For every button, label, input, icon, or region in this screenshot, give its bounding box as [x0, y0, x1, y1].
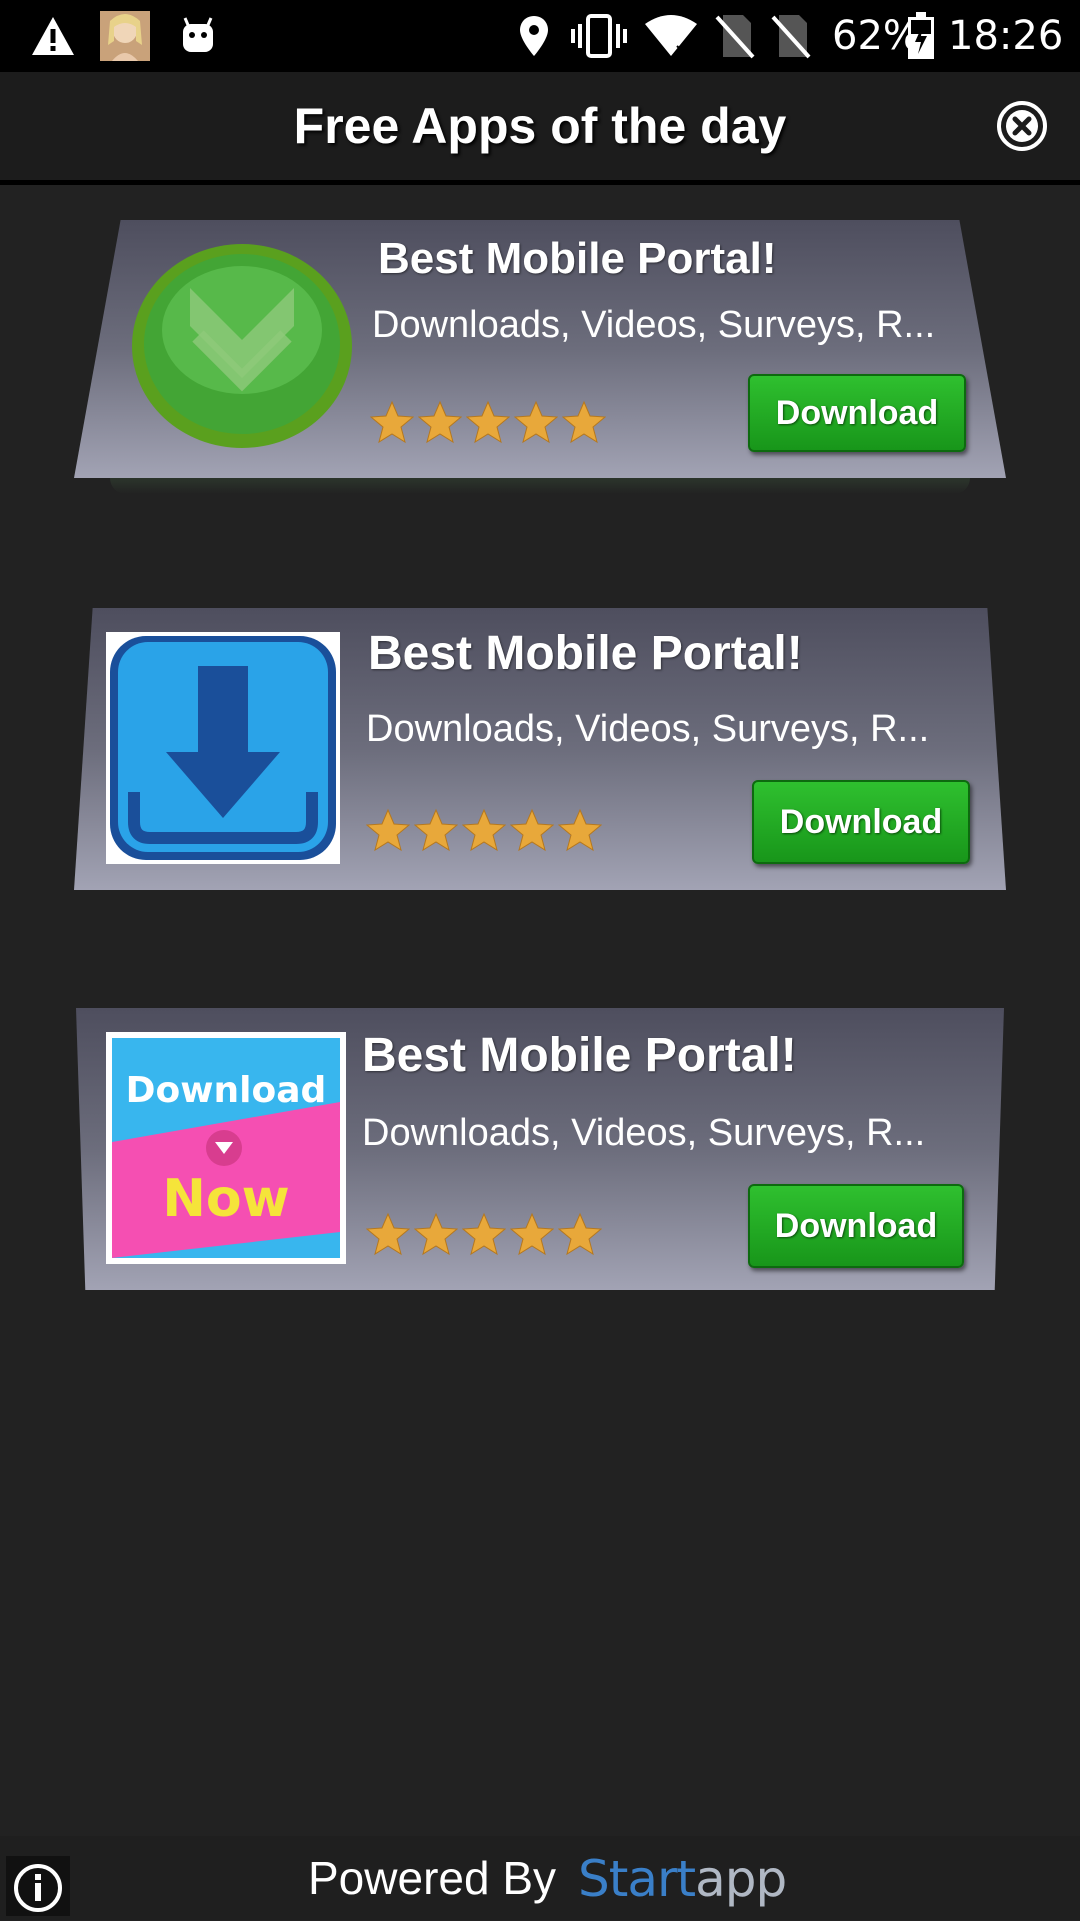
- app-description: Downloads, Videos, Surveys, R...: [366, 708, 930, 750]
- vibrate-icon: [570, 12, 628, 60]
- star-icon: [418, 400, 462, 444]
- clock: 18:26: [948, 13, 1064, 59]
- header-bar: Free Apps of the day: [0, 72, 1080, 185]
- app-card-1[interactable]: Best Mobile Portal! Downloads, Videos, S…: [74, 220, 1006, 478]
- battery-charging-icon: [906, 12, 936, 60]
- logo-main-text: Start: [578, 1850, 696, 1908]
- star-icon: [510, 1212, 554, 1256]
- star-icon: [514, 400, 558, 444]
- close-button[interactable]: [996, 100, 1048, 152]
- app-title: Best Mobile Portal!: [378, 234, 777, 283]
- download-button[interactable]: Download: [748, 374, 966, 452]
- star-icon: [366, 1212, 410, 1256]
- info-button[interactable]: [6, 1856, 70, 1916]
- star-icon: [558, 808, 602, 852]
- app-card-2[interactable]: Best Mobile Portal! Downloads, Videos, S…: [74, 608, 1006, 890]
- wifi-icon: [642, 12, 700, 60]
- page-title: Free Apps of the day: [293, 98, 787, 154]
- download-now-icon: Download Now: [106, 1032, 346, 1264]
- blue-download-icon: [106, 632, 340, 864]
- warning-icon: [28, 12, 78, 60]
- logo-suffix-text: app: [695, 1850, 787, 1908]
- app-description: Downloads, Videos, Surveys, R...: [362, 1112, 926, 1154]
- android-icon: [178, 12, 218, 60]
- app-card-3[interactable]: Download Now Best Mobile Portal! Downloa…: [76, 1008, 1004, 1290]
- card-reflection: [110, 478, 970, 494]
- rating-stars: [370, 400, 606, 444]
- icon-text-download: Download: [126, 1070, 327, 1111]
- green-check-icon: [130, 240, 354, 450]
- star-icon: [462, 808, 506, 852]
- rating-stars: [366, 1212, 602, 1256]
- app-description: Downloads, Videos, Surveys, R...: [372, 304, 936, 346]
- rating-stars: [366, 808, 602, 852]
- star-icon: [414, 808, 458, 852]
- download-button[interactable]: Download: [748, 1184, 964, 1268]
- download-button[interactable]: Download: [752, 780, 970, 864]
- location-icon: [516, 12, 552, 60]
- app-title: Best Mobile Portal!: [362, 1029, 797, 1082]
- star-icon: [466, 400, 510, 444]
- status-bar: 62% 18:26: [0, 0, 1080, 72]
- star-icon: [366, 808, 410, 852]
- avatar-notification-icon: [100, 11, 150, 61]
- star-icon: [510, 808, 554, 852]
- footer: Powered By Startapp: [0, 1836, 1080, 1920]
- star-icon: [370, 400, 414, 444]
- powered-by-label: Powered By: [308, 1852, 557, 1904]
- close-icon: [997, 101, 1047, 151]
- icon-text-now: Now: [162, 1169, 289, 1229]
- startapp-logo[interactable]: Startapp: [578, 1844, 787, 1914]
- star-icon: [414, 1212, 458, 1256]
- app-title: Best Mobile Portal!: [368, 627, 803, 680]
- info-icon: [14, 1864, 62, 1912]
- star-icon: [462, 1212, 506, 1256]
- no-sim-icon-2: [770, 12, 812, 60]
- no-sim-icon: [714, 12, 756, 60]
- star-icon: [558, 1212, 602, 1256]
- star-icon: [562, 400, 606, 444]
